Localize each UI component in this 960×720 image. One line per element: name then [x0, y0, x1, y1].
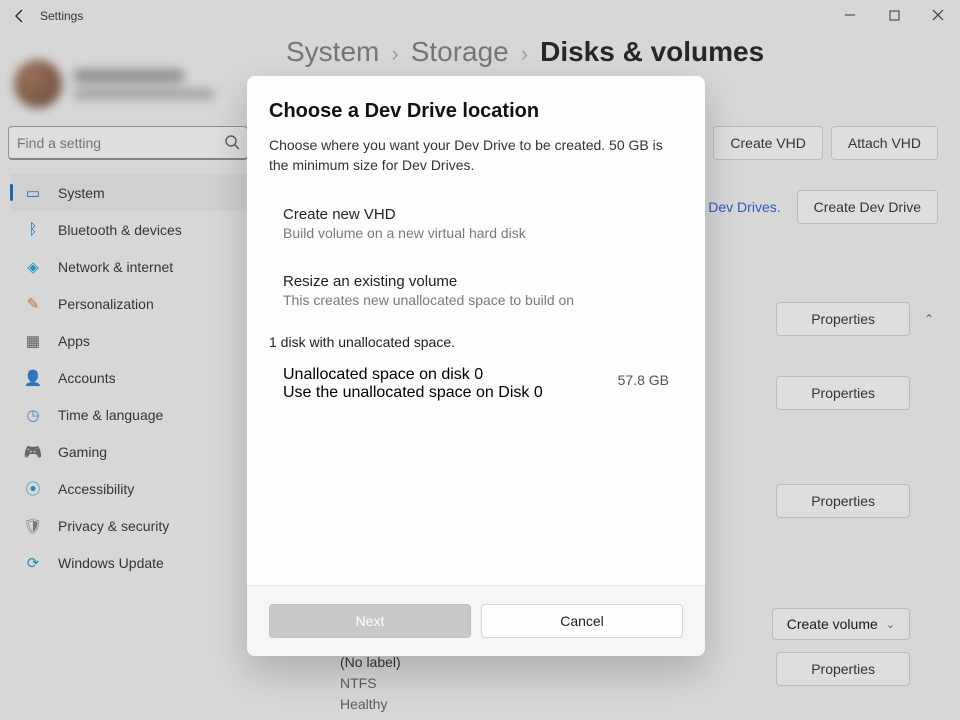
option-unallocated-disk-0[interactable]: Unallocated space on disk 0 Use the unal…: [269, 360, 683, 408]
option-description: Use the unallocated space on Disk 0: [283, 384, 543, 402]
disk-size: 57.8 GB: [618, 372, 669, 388]
dev-drive-location-dialog: Choose a Dev Drive location Choose where…: [247, 76, 705, 656]
option-description: This creates new unallocated space to bu…: [283, 292, 669, 308]
cancel-button[interactable]: Cancel: [481, 604, 683, 638]
option-description: Build volume on a new virtual hard disk: [283, 225, 669, 241]
option-resize-volume[interactable]: Resize an existing volume This creates n…: [269, 265, 683, 318]
option-create-new-vhd[interactable]: Create new VHD Build volume on a new vir…: [269, 198, 683, 251]
dialog-title: Choose a Dev Drive location: [269, 100, 683, 123]
next-button[interactable]: Next: [269, 604, 471, 638]
option-title: Unallocated space on disk 0: [283, 366, 543, 384]
unallocated-section-label: 1 disk with unallocated space.: [269, 334, 683, 350]
option-title: Resize an existing volume: [283, 273, 669, 290]
option-title: Create new VHD: [283, 206, 669, 223]
dialog-intro: Choose where you want your Dev Drive to …: [269, 135, 683, 176]
